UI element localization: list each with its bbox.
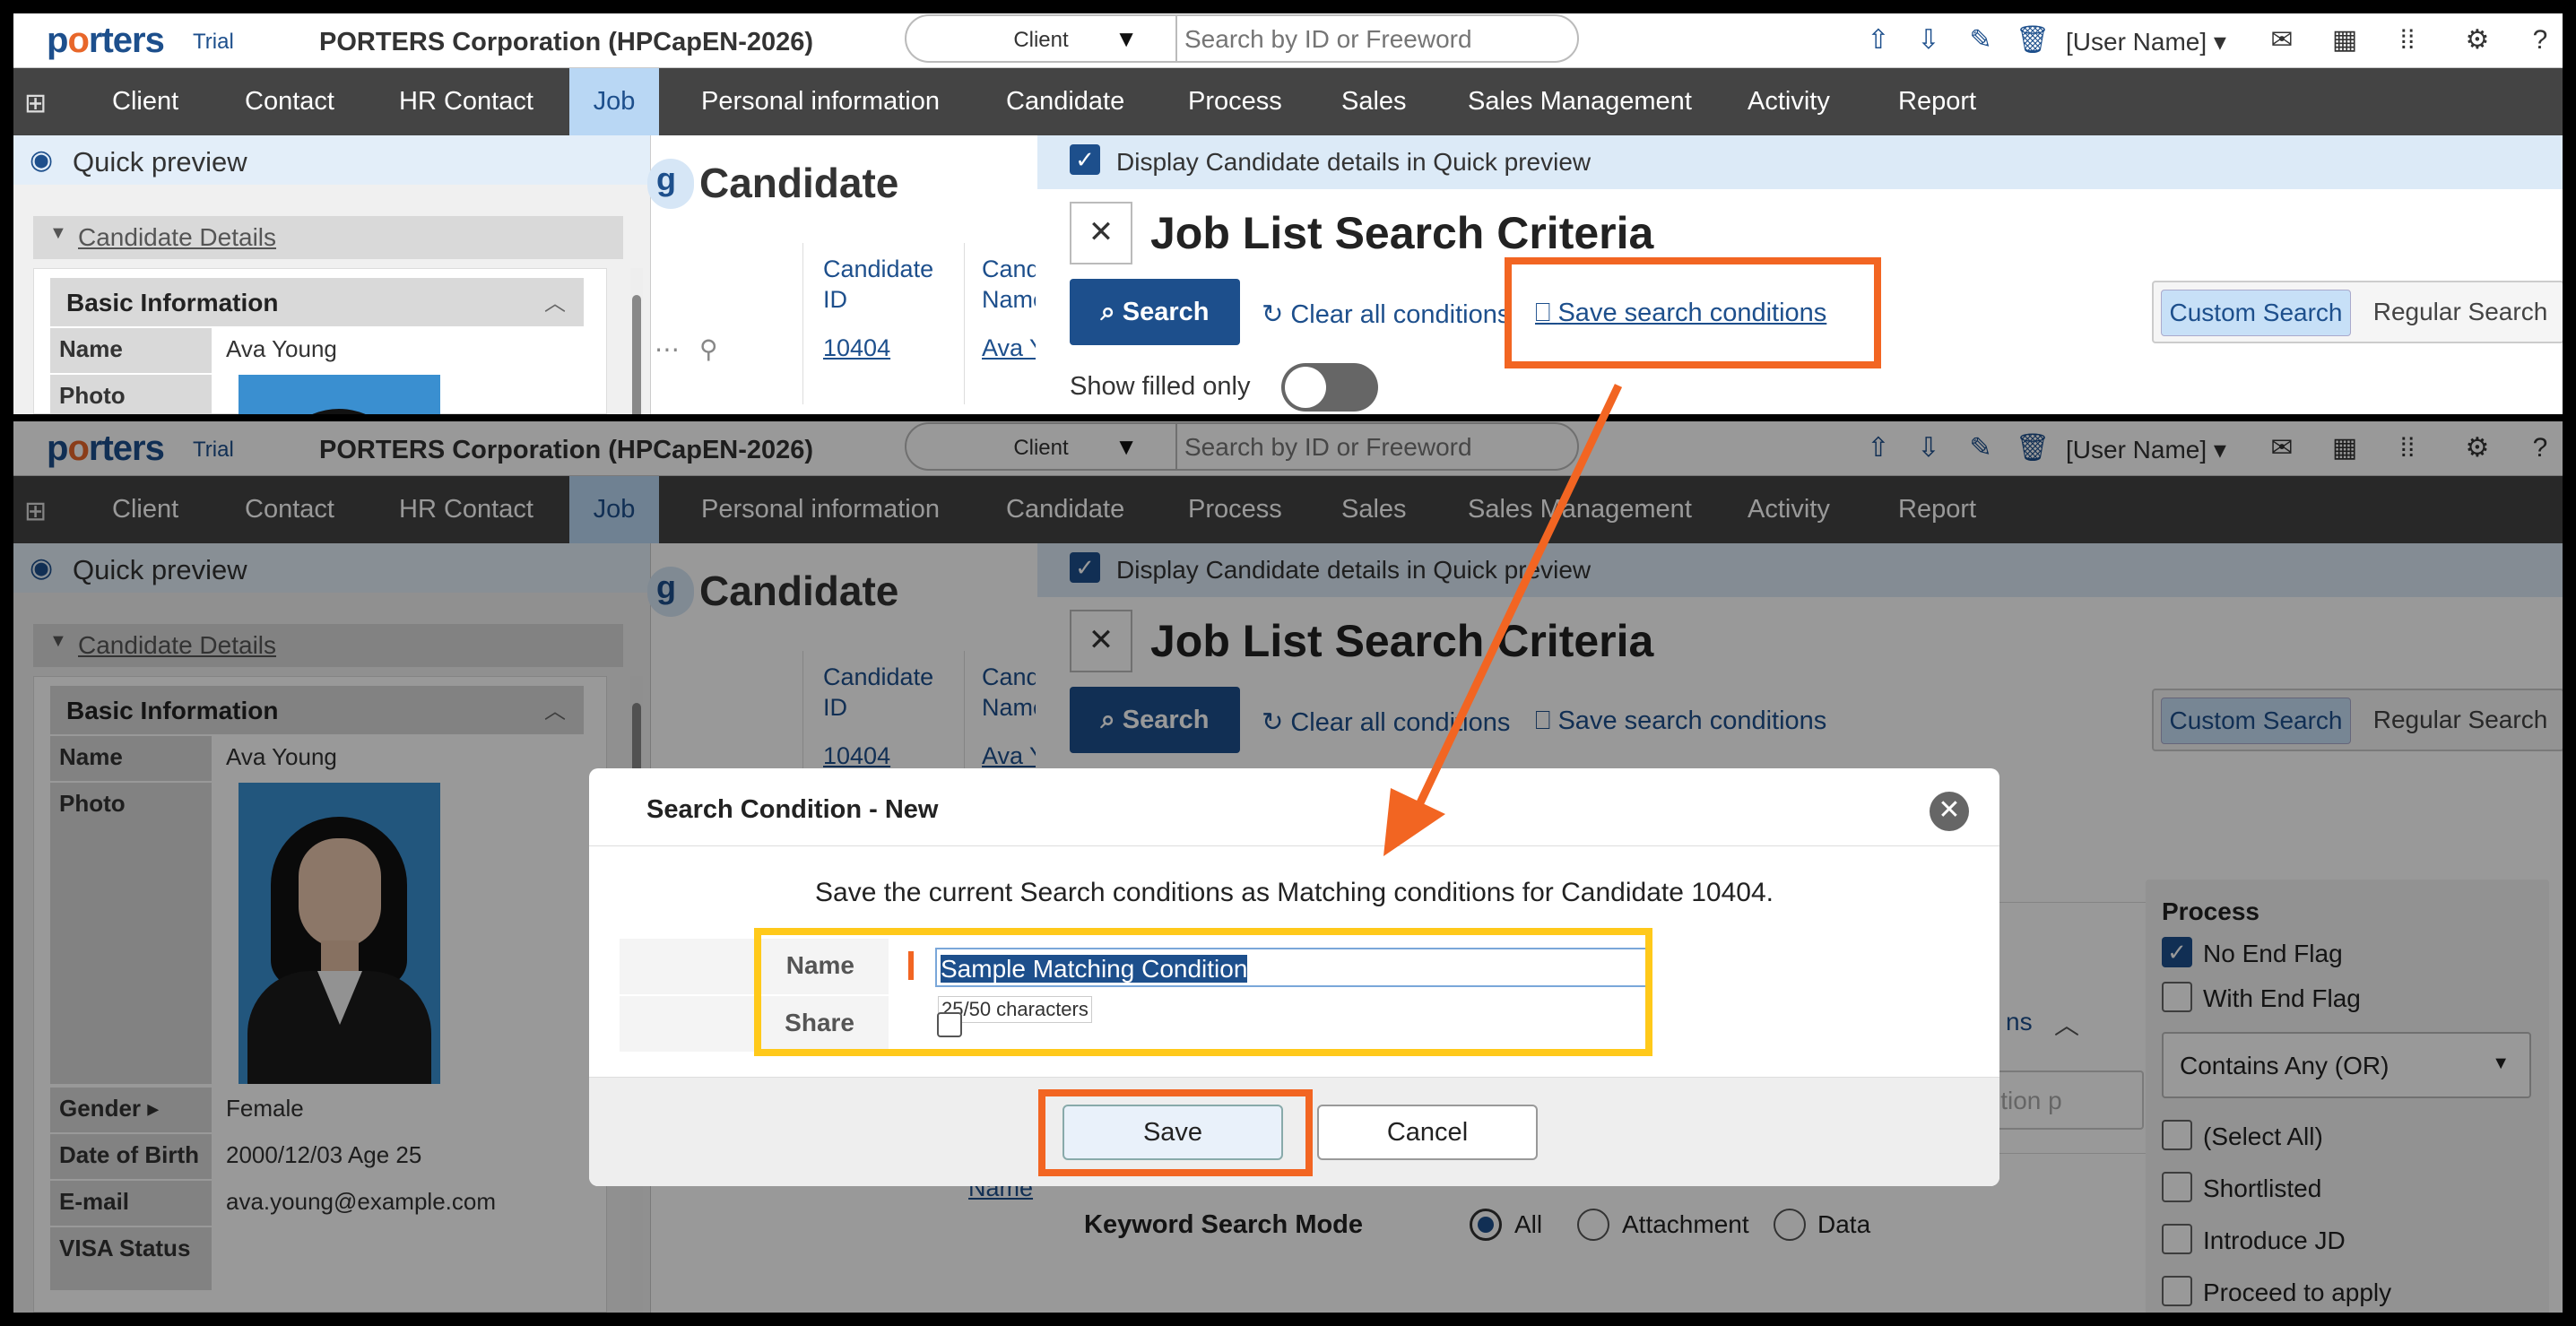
col-candidate-name[interactable]: Cand Name: [982, 254, 1036, 315]
top-screenshot-panel: porters Trial PORTERS Corporation (HPCap…: [13, 13, 2563, 414]
trash-icon[interactable]: 🗑: [2015, 22, 2051, 58]
trial-label: Trial: [193, 30, 234, 54]
main-nav: ⊞ Client Contact HR Contact Job Personal…: [13, 68, 2563, 135]
apps-icon[interactable]: ⁞⁞: [2390, 22, 2425, 58]
nav-sales[interactable]: Sales: [1341, 68, 1407, 135]
show-filled-toggle[interactable]: [1281, 363, 1378, 412]
mail-icon[interactable]: ✉: [2264, 22, 2300, 58]
eye-icon: ◉: [30, 145, 54, 175]
search-input[interactable]: [1184, 24, 1561, 55]
edit-icon[interactable]: ✎: [1963, 22, 1999, 58]
field-value: Ava Young: [226, 335, 337, 362]
nav-sales-management[interactable]: Sales Management: [1468, 68, 1692, 135]
candidate-details-toggle[interactable]: ▼ Candidate Details: [33, 216, 623, 259]
nav-report[interactable]: Report: [1898, 68, 1976, 135]
page-title: g Candidate: [647, 159, 899, 209]
pin-icon[interactable]: ⚲: [699, 334, 718, 364]
nav-job[interactable]: Job: [569, 68, 659, 135]
field-label: Photo: [50, 375, 212, 414]
page-content: ◉ Quick preview ▼ Candidate Details Basic …: [13, 135, 2563, 414]
refresh-icon: ↻: [1262, 300, 1291, 329]
candidate-id-link[interactable]: 10404: [823, 334, 890, 362]
nav-client[interactable]: Client: [112, 68, 178, 135]
quick-preview-title: Quick preview: [73, 146, 247, 178]
quick-preview-body: Basic Information ︿ Name Ava Young Photo: [33, 268, 607, 414]
highlight-save-button: [1038, 1089, 1313, 1176]
regular-search-tab[interactable]: Regular Search: [2362, 290, 2559, 336]
dialog-message: Save the current Search conditions as Ma…: [815, 878, 1774, 907]
quick-preview-panel: ◉ Quick preview ▼ Candidate Details Basic …: [13, 135, 651, 414]
display-details-checkbox[interactable]: ✓: [1070, 144, 1100, 175]
nav-process[interactable]: Process: [1188, 68, 1282, 135]
more-icon[interactable]: ⋯: [655, 334, 680, 364]
nav-contact[interactable]: Contact: [245, 68, 334, 135]
field-label: Name: [50, 328, 212, 373]
candidate-details-label: Candidate Details: [78, 223, 277, 251]
search-button-label: Search: [1122, 298, 1210, 326]
app-header: porters Trial PORTERS Corporation (HPCap…: [13, 13, 2563, 68]
close-button[interactable]: ✕: [1070, 202, 1132, 264]
caret-down-icon: ▼: [1115, 25, 1138, 52]
basic-information-label: Basic Information: [66, 289, 279, 316]
search-scope-select[interactable]: Client ▼: [906, 16, 1177, 61]
dialog-close-icon[interactable]: ✕: [1930, 792, 1969, 831]
download-icon[interactable]: ⇩: [1911, 22, 1947, 58]
clear-all-label: Clear all conditions: [1290, 300, 1511, 329]
dialog-title: Search Condition - New: [646, 795, 939, 824]
candidate-photo: [239, 375, 440, 414]
grid-menu-icon[interactable]: ⊞: [24, 88, 47, 119]
show-filled-label: Show filled only: [1070, 372, 1251, 401]
cancel-button[interactable]: Cancel: [1317, 1105, 1538, 1160]
porters-logo[interactable]: porters: [47, 21, 165, 61]
gear-icon[interactable]: ⚙: [2459, 22, 2495, 58]
quick-preview-header: ◉ Quick preview: [13, 135, 650, 185]
clear-all-conditions[interactable]: ↻ Clear all conditions: [1262, 299, 1510, 330]
upload-icon[interactable]: ⇧: [1860, 22, 1896, 58]
nav-candidate[interactable]: Candidate: [1006, 68, 1124, 135]
highlight-save-conditions: [1505, 257, 1881, 368]
nav-personal-information[interactable]: Personal information: [701, 68, 940, 135]
candidate-icon: g: [647, 159, 694, 209]
chevron-up-icon: ︿: [544, 291, 566, 316]
search-scope-value: Client: [1013, 28, 1069, 52]
help-icon[interactable]: ?: [2522, 22, 2558, 58]
bottom-screenshot-panel: porters Trial PORTERS Corporation (HPCap…: [13, 421, 2563, 1313]
field-row-name: Name Ava Young: [50, 328, 584, 373]
display-details-label: Display Candidate details in Quick previ…: [1116, 148, 1592, 176]
custom-search-tab[interactable]: Custom Search: [2161, 290, 2351, 336]
nav-hr-contact[interactable]: HR Contact: [399, 68, 533, 135]
search-criteria-title: Job List Search Criteria: [1150, 208, 1654, 258]
user-name: [User Name]: [2066, 28, 2207, 56]
company-name: PORTERS Corporation (HPCapEN-2026): [319, 28, 814, 56]
page-title-text: Candidate: [699, 160, 899, 206]
candidate-name-link[interactable]: Ava Y: [982, 334, 1036, 362]
display-details-bar: ✓ Display Candidate details in Quick pre…: [1037, 135, 2563, 189]
search-button[interactable]: ⌕ Search: [1070, 279, 1240, 345]
global-search: Client ▼: [905, 14, 1579, 63]
search-type-toggle: Custom Search Regular Search: [2152, 281, 2563, 343]
col-candidate-id[interactable]: Candidate ID: [823, 254, 958, 315]
highlight-name-field: [754, 928, 1652, 1056]
basic-information-header[interactable]: Basic Information ︿: [50, 278, 584, 326]
scrollbar[interactable]: [630, 268, 643, 414]
calendar-icon[interactable]: ▦: [2327, 22, 2363, 58]
search-icon: ⌕: [1100, 298, 1123, 326]
user-name-menu[interactable]: [User Name] ▾: [2066, 27, 2226, 56]
collapse-icon: ▼: [49, 223, 67, 243]
nav-activity[interactable]: Activity: [1748, 68, 1830, 135]
